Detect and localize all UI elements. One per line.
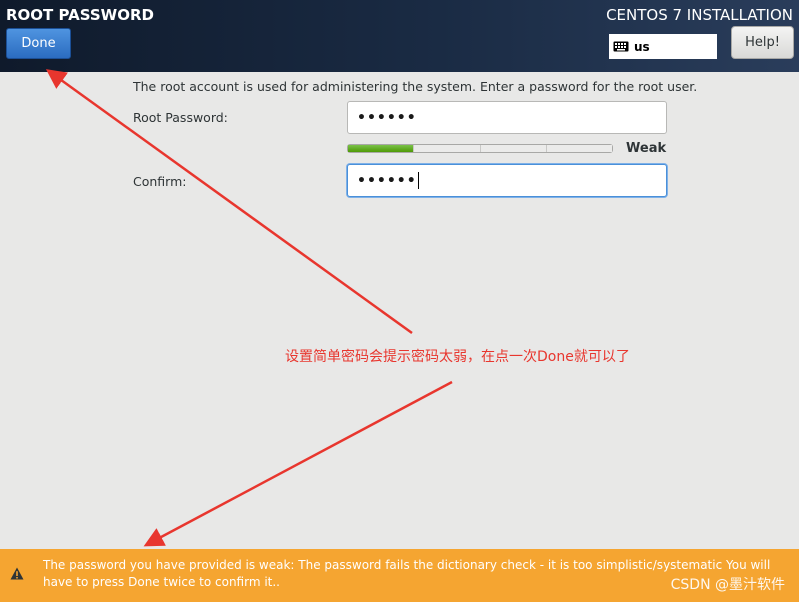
confirm-password-input[interactable]: •••••• bbox=[347, 164, 667, 197]
confirm-label: Confirm: bbox=[133, 174, 187, 189]
screen-title: ROOT PASSWORD bbox=[6, 6, 154, 24]
root-password-input[interactable]: •••••• bbox=[347, 101, 667, 134]
strength-segment bbox=[480, 145, 547, 152]
keyboard-icon bbox=[613, 41, 629, 52]
warning-icon bbox=[10, 567, 24, 580]
strength-segment bbox=[546, 145, 612, 152]
strength-label: Weak bbox=[626, 141, 667, 156]
strength-segment bbox=[414, 145, 481, 152]
help-button[interactable]: Help! bbox=[731, 26, 794, 59]
text-caret bbox=[417, 172, 419, 189]
confirm-password-value: •••••• bbox=[357, 172, 417, 189]
root-password-label: Root Password: bbox=[133, 110, 228, 125]
product-title: CENTOS 7 INSTALLATION bbox=[606, 6, 793, 24]
password-strength-bar bbox=[347, 144, 613, 153]
root-password-value: •••••• bbox=[357, 109, 417, 126]
annotation-text: 设置简单密码会提示密码太弱，在点一次Done就可以了 bbox=[285, 349, 630, 365]
watermark: CSDN @墨汁软件 bbox=[670, 577, 785, 593]
arrow-to-warning bbox=[143, 380, 453, 547]
header-bar: ROOT PASSWORD CENTOS 7 INSTALLATION Done… bbox=[0, 0, 799, 72]
keyboard-layout-label: us bbox=[634, 39, 650, 54]
strength-segment bbox=[348, 145, 415, 152]
keyboard-layout-indicator[interactable]: us bbox=[609, 34, 717, 59]
done-button[interactable]: Done bbox=[6, 28, 71, 59]
intro-text: The root account is used for administeri… bbox=[133, 79, 698, 94]
